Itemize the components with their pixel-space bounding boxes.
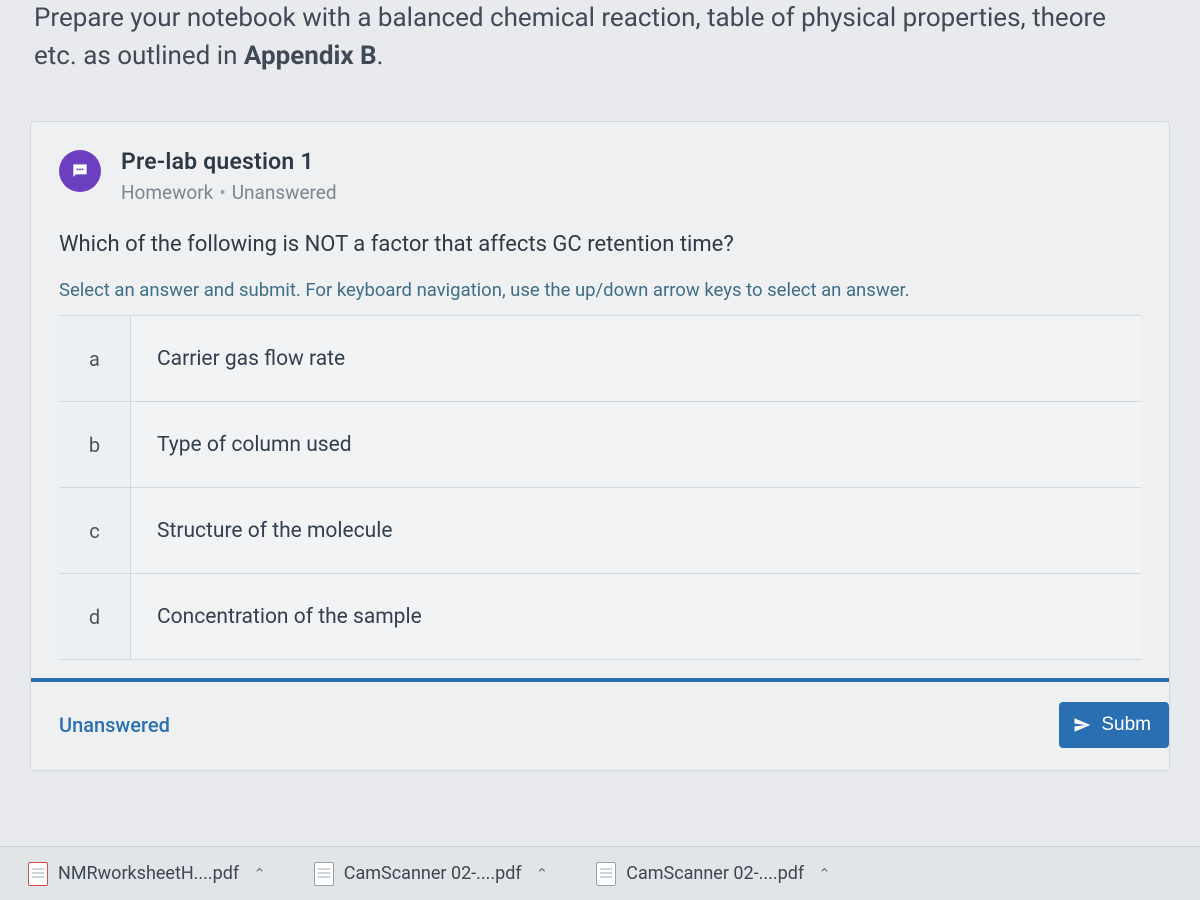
- choice-text: Type of column used: [131, 433, 352, 457]
- intro-appendix: Appendix B: [244, 41, 377, 71]
- downloads-bar: NMRworksheetH....pdf ⌃ CamScanner 02-...…: [0, 846, 1200, 900]
- submit-button[interactable]: Subm: [1059, 702, 1169, 748]
- footer-status-label: Unanswered: [59, 713, 170, 737]
- choice-c[interactable]: c Structure of the molecule: [59, 488, 1141, 574]
- submit-button-label: Subm: [1101, 714, 1151, 736]
- choice-letter: c: [59, 488, 131, 573]
- question-instruction: Select an answer and submit. For keyboar…: [59, 279, 1141, 301]
- download-item[interactable]: CamScanner 02-....pdf ⌃: [304, 856, 558, 892]
- paper-plane-icon: [1073, 716, 1091, 734]
- chevron-up-icon[interactable]: ⌃: [532, 865, 549, 883]
- download-filename: CamScanner 02-....pdf: [626, 863, 804, 884]
- chevron-up-icon[interactable]: ⌃: [814, 865, 831, 883]
- file-icon: [314, 862, 334, 886]
- intro-paragraph: Prepare your notebook with a balanced ch…: [30, 0, 1170, 93]
- choice-text: Structure of the molecule: [131, 519, 392, 543]
- chevron-up-icon[interactable]: ⌃: [249, 865, 266, 883]
- download-filename: NMRworksheetH....pdf: [58, 863, 239, 884]
- meta-separator-icon: •: [213, 181, 231, 204]
- question-category: Homework: [121, 181, 213, 204]
- intro-line-1: Prepare your notebook with a balanced ch…: [34, 3, 1106, 33]
- choice-a[interactable]: a Carrier gas flow rate: [59, 316, 1141, 402]
- choice-b[interactable]: b Type of column used: [59, 402, 1141, 488]
- question-title: Pre-lab question 1: [121, 148, 337, 175]
- question-status-tag: Unanswered: [232, 181, 337, 204]
- question-status-bar: Unanswered Subm: [31, 678, 1169, 770]
- file-icon: [596, 862, 616, 886]
- download-item[interactable]: CamScanner 02-....pdf ⌃: [586, 856, 840, 892]
- choices-list: a Carrier gas flow rate b Type of column…: [59, 315, 1141, 660]
- intro-line-2a: etc. as outlined in: [34, 41, 244, 71]
- chat-bubble-icon: [59, 150, 101, 192]
- choice-letter: d: [59, 574, 131, 659]
- download-filename: CamScanner 02-....pdf: [344, 863, 522, 884]
- choice-text: Concentration of the sample: [131, 605, 422, 629]
- intro-line-2b: .: [377, 41, 384, 71]
- download-item[interactable]: NMRworksheetH....pdf ⌃: [18, 856, 276, 892]
- choice-letter: a: [59, 316, 131, 401]
- choice-d[interactable]: d Concentration of the sample: [59, 574, 1141, 660]
- question-meta: Homework•Unanswered: [121, 181, 337, 204]
- choice-letter: b: [59, 402, 131, 487]
- choice-text: Carrier gas flow rate: [131, 347, 345, 371]
- question-card: Pre-lab question 1 Homework•Unanswered W…: [30, 121, 1170, 771]
- question-stem: Which of the following is NOT a factor t…: [59, 232, 1141, 257]
- pdf-file-icon: [28, 862, 48, 886]
